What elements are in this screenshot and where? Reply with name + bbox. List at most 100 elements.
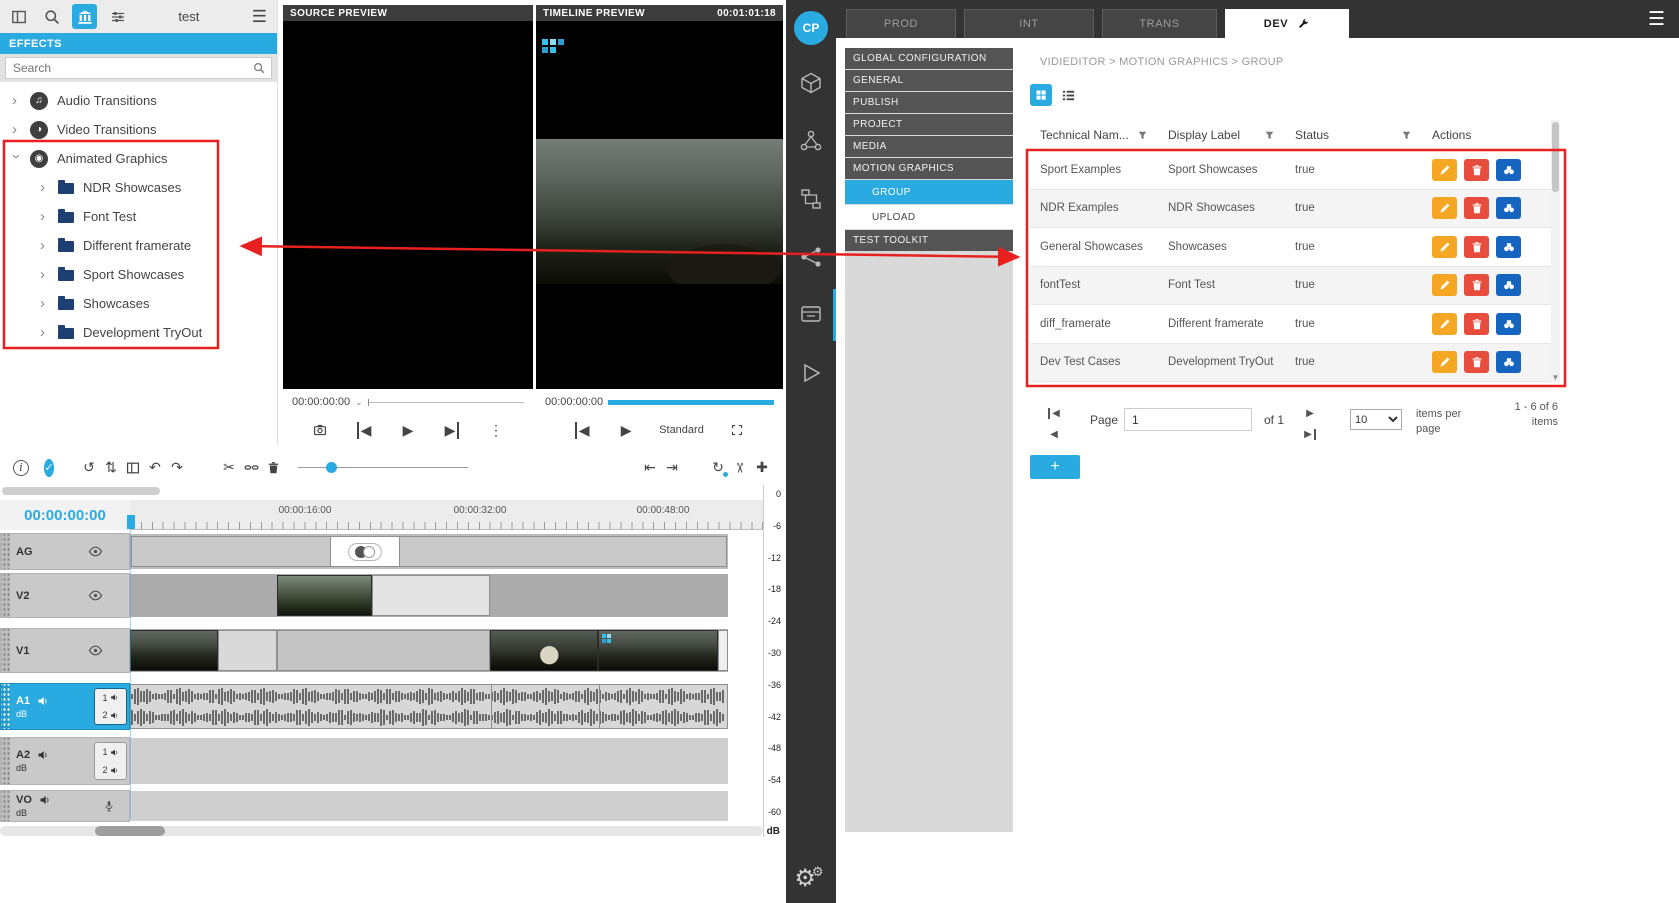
video-clip[interactable] bbox=[277, 630, 490, 671]
play-icon[interactable]: ▶ bbox=[615, 419, 637, 441]
table-row[interactable]: Sport Examples Sport Showcases true bbox=[1030, 151, 1560, 190]
preview-button[interactable] bbox=[1496, 236, 1521, 258]
video-clip-thumbnail[interactable] bbox=[130, 630, 218, 671]
configuration-card-icon[interactable] bbox=[786, 295, 836, 335]
eye-icon[interactable] bbox=[88, 643, 103, 658]
eye-icon[interactable] bbox=[88, 544, 103, 559]
insert-before-icon[interactable]: ⇤ bbox=[639, 457, 661, 479]
go-to-start-icon[interactable]: ◀ bbox=[353, 419, 375, 441]
filter-funnel-icon[interactable] bbox=[1401, 130, 1412, 141]
delete-button[interactable] bbox=[1464, 236, 1489, 258]
filter-funnel-icon[interactable] bbox=[1264, 130, 1275, 141]
tree-group-video-transitions[interactable]: › ◑ Video Transitions bbox=[0, 115, 277, 144]
redo-icon[interactable]: ↷ bbox=[166, 457, 188, 479]
nav-upload[interactable]: UPLOAD bbox=[845, 205, 1013, 229]
tab-int[interactable]: INT bbox=[964, 9, 1094, 38]
search-icon[interactable] bbox=[253, 62, 265, 74]
timeline-ruler[interactable]: 00:00:16:00 00:00:32:00 00:00:48:00 bbox=[130, 500, 763, 530]
loop-icon[interactable]: ↻ bbox=[707, 457, 729, 479]
preview-button[interactable] bbox=[1496, 197, 1521, 219]
zoom-slider-handle[interactable] bbox=[326, 462, 337, 473]
db-meter-label[interactable]: dB bbox=[16, 763, 49, 773]
edit-button[interactable] bbox=[1432, 351, 1457, 373]
razor-icon[interactable]: ✂ bbox=[729, 457, 751, 479]
chevron-right-icon[interactable]: › bbox=[40, 296, 49, 311]
tree-group-audio-transitions[interactable]: › ♫ Audio Transitions bbox=[0, 86, 277, 115]
drag-handle-icon[interactable] bbox=[1, 629, 10, 672]
track-vo-header[interactable]: VO dB bbox=[0, 790, 130, 822]
zoom-slider[interactable] bbox=[298, 467, 468, 468]
workflow-icon[interactable] bbox=[786, 179, 836, 219]
table-row[interactable]: Dev Test Cases Development TryOut true bbox=[1030, 344, 1560, 383]
playback-progress-bar[interactable] bbox=[608, 400, 774, 405]
chevron-right-icon[interactable]: › bbox=[40, 209, 49, 224]
table-row[interactable]: fontTest Font Test true bbox=[1030, 267, 1560, 306]
nav-publish[interactable]: PUBLISH bbox=[845, 92, 1013, 113]
swap-tracks-icon[interactable]: ⇅ bbox=[100, 457, 122, 479]
video-clip-thumbnail[interactable] bbox=[277, 575, 372, 616]
chevron-right-icon[interactable]: › bbox=[40, 325, 49, 340]
chevron-down-icon[interactable]: › bbox=[9, 154, 24, 163]
track-a1-header[interactable]: A1 dB 1 2 bbox=[0, 683, 130, 730]
drag-handle-icon[interactable] bbox=[1, 534, 10, 569]
speaker-icon[interactable] bbox=[39, 794, 51, 806]
speaker-icon[interactable] bbox=[110, 711, 119, 720]
fullscreen-icon[interactable] bbox=[726, 419, 748, 441]
mic-icon[interactable] bbox=[103, 800, 115, 812]
column-status[interactable]: Status bbox=[1295, 128, 1329, 142]
table-row[interactable]: diff_framerate Different framerate true bbox=[1030, 305, 1560, 344]
nav-test-toolkit[interactable]: TEST TOOLKIT bbox=[845, 230, 1013, 251]
delete-button[interactable] bbox=[1464, 159, 1489, 181]
column-display-label[interactable]: Display Label bbox=[1168, 128, 1240, 142]
column-technical-name[interactable]: Technical Nam... bbox=[1040, 128, 1129, 142]
nav-media[interactable]: MEDIA bbox=[845, 136, 1013, 157]
drag-handle-icon[interactable] bbox=[1, 738, 10, 784]
tree-item-sport-showcases[interactable]: › Sport Showcases bbox=[0, 260, 277, 289]
speaker-icon[interactable] bbox=[110, 748, 119, 757]
track-ag-header[interactable]: AG bbox=[0, 533, 130, 570]
transition-clip[interactable] bbox=[330, 536, 400, 567]
chevron-right-icon[interactable]: › bbox=[12, 93, 21, 108]
page-size-select[interactable]: 10 bbox=[1350, 409, 1402, 430]
db-meter-label[interactable]: dB bbox=[16, 709, 49, 719]
audio-clip[interactable] bbox=[130, 684, 728, 729]
unlink-icon[interactable] bbox=[240, 457, 262, 479]
timeline-preview-video[interactable] bbox=[536, 21, 783, 389]
nav-global-configuration[interactable]: GLOBAL CONFIGURATION bbox=[845, 48, 1013, 69]
video-clip[interactable] bbox=[218, 630, 277, 671]
move-icon[interactable]: ✚ bbox=[751, 457, 773, 479]
next-page-button[interactable]: ▶ bbox=[1300, 404, 1320, 422]
edit-button[interactable] bbox=[1432, 313, 1457, 335]
nav-general[interactable]: GENERAL bbox=[845, 70, 1013, 91]
undo-icon[interactable]: ↶ bbox=[144, 457, 166, 479]
tab-prod[interactable]: PROD bbox=[846, 9, 956, 38]
nav-group[interactable]: GROUP bbox=[845, 180, 1013, 204]
delete-button[interactable] bbox=[1464, 274, 1489, 296]
delete-clip-icon[interactable] bbox=[262, 457, 284, 479]
delete-button[interactable] bbox=[1464, 351, 1489, 373]
chevron-right-icon[interactable]: › bbox=[12, 122, 21, 137]
drag-handle-icon[interactable] bbox=[1, 684, 10, 729]
quality-selector[interactable]: Standard bbox=[659, 424, 704, 436]
drag-handle-icon[interactable] bbox=[1, 791, 10, 821]
share-icon[interactable] bbox=[786, 237, 836, 277]
table-row[interactable]: NDR Examples NDR Showcases true bbox=[1030, 190, 1560, 229]
speaker-icon[interactable] bbox=[110, 766, 119, 775]
video-clip[interactable] bbox=[372, 575, 490, 616]
delete-button[interactable] bbox=[1464, 313, 1489, 335]
search-icon[interactable] bbox=[39, 4, 64, 29]
playhead-marker[interactable] bbox=[127, 515, 135, 529]
video-clip-thumbnail[interactable] bbox=[490, 630, 598, 671]
table-scrollbar[interactable]: ▼ bbox=[1551, 120, 1560, 382]
playout-icon[interactable] bbox=[786, 353, 836, 393]
page-input[interactable] bbox=[1124, 408, 1252, 431]
menu-icon[interactable]: ☰ bbox=[1648, 8, 1665, 31]
video-clip[interactable] bbox=[718, 630, 728, 671]
drag-handle-icon[interactable] bbox=[1, 574, 10, 617]
speaker-icon[interactable] bbox=[110, 693, 119, 702]
capture-frame-icon[interactable] bbox=[309, 419, 331, 441]
track-v1-header[interactable]: V1 bbox=[0, 628, 130, 673]
play-icon[interactable]: ▶ bbox=[397, 419, 419, 441]
tree-item-showcases[interactable]: › Showcases bbox=[0, 289, 277, 318]
grid-view-icon[interactable] bbox=[1030, 84, 1052, 106]
